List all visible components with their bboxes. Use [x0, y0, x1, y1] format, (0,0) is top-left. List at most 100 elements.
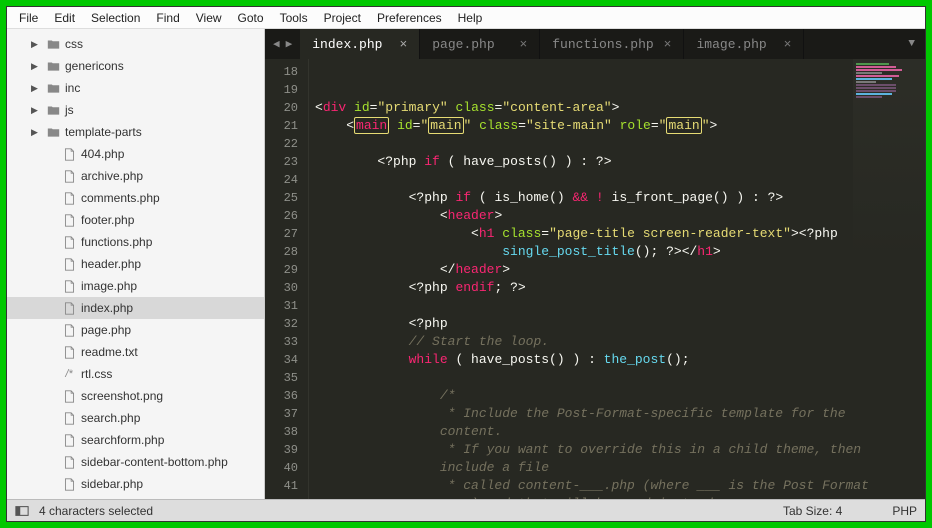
file-icon — [61, 302, 77, 315]
file-item-sidebar-content-bottom-php[interactable]: sidebar-content-bottom.php — [7, 451, 264, 473]
folder-item-js[interactable]: ▶ js — [7, 99, 264, 121]
tab-size-status[interactable]: Tab Size: 4 — [783, 504, 842, 518]
tab-image-php[interactable]: image.php × — [684, 29, 804, 59]
line-gutter: 1819202122232425262728293031323334353637… — [265, 59, 309, 499]
selection-status: 4 characters selected — [39, 504, 153, 518]
file-item-index-php[interactable]: index.php — [7, 297, 264, 319]
tab-history-back-icon[interactable]: ◀ — [271, 35, 282, 53]
file-icon — [61, 390, 77, 403]
tree-item-label: inc — [65, 81, 80, 95]
file-item-page-php[interactable]: page.php — [7, 319, 264, 341]
file-item-image-php[interactable]: image.php — [7, 275, 264, 297]
close-tab-icon[interactable]: × — [399, 37, 407, 52]
minimap[interactable] — [853, 59, 925, 259]
file-item-screenshot-png[interactable]: screenshot.png — [7, 385, 264, 407]
tab-label: index.php — [312, 37, 382, 52]
tree-item-label: header.php — [81, 257, 141, 271]
file-icon — [61, 434, 77, 447]
tab-label: page.php — [432, 37, 494, 52]
menu-project[interactable]: Project — [316, 9, 369, 27]
tree-item-label: searchform.php — [81, 433, 164, 447]
close-tab-icon[interactable]: × — [664, 37, 672, 52]
file-icon — [61, 456, 77, 469]
tab-label: image.php — [696, 37, 766, 52]
expand-arrow-icon[interactable]: ▶ — [31, 61, 41, 72]
folder-icon — [45, 126, 61, 139]
menu-file[interactable]: File — [11, 9, 46, 27]
file-item-functions-php[interactable]: functions.php — [7, 231, 264, 253]
close-tab-icon[interactable]: × — [519, 37, 527, 52]
css-file-icon: /* — [61, 368, 77, 380]
menu-preferences[interactable]: Preferences — [369, 9, 450, 27]
file-icon — [61, 280, 77, 293]
tree-item-label: footer.php — [81, 213, 134, 227]
tree-item-label: image.php — [81, 279, 137, 293]
panel-toggle-icon[interactable] — [15, 504, 29, 518]
tree-item-label: genericons — [65, 59, 124, 73]
menu-tools[interactable]: Tools — [272, 9, 316, 27]
tab-functions-php[interactable]: functions.php × — [540, 29, 684, 59]
tab-label: functions.php — [552, 37, 653, 52]
tab-history-forward-icon[interactable]: ▶ — [284, 35, 295, 53]
file-item-footer-php[interactable]: footer.php — [7, 209, 264, 231]
tree-item-label: js — [65, 103, 74, 117]
expand-arrow-icon[interactable]: ▶ — [31, 83, 41, 94]
file-icon — [61, 148, 77, 161]
file-item-readme-txt[interactable]: readme.txt — [7, 341, 264, 363]
tree-item-label: readme.txt — [81, 345, 138, 359]
folder-icon — [45, 82, 61, 95]
file-item-archive-php[interactable]: archive.php — [7, 165, 264, 187]
folder-item-genericons[interactable]: ▶ genericons — [7, 55, 264, 77]
file-icon — [61, 258, 77, 271]
expand-arrow-icon[interactable]: ▶ — [31, 105, 41, 116]
menu-help[interactable]: Help — [450, 9, 491, 27]
file-item-search-php[interactable]: search.php — [7, 407, 264, 429]
file-item-rtl-css[interactable]: /* rtl.css — [7, 363, 264, 385]
language-status[interactable]: PHP — [892, 504, 917, 518]
tree-item-label: rtl.css — [81, 367, 112, 381]
file-icon — [61, 236, 77, 249]
folder-item-inc[interactable]: ▶ inc — [7, 77, 264, 99]
code-area[interactable]: <div id="primary" class="content-area"> … — [309, 59, 925, 499]
tree-item-label: page.php — [81, 323, 131, 337]
file-item-sidebar-php[interactable]: sidebar.php — [7, 473, 264, 495]
menu-selection[interactable]: Selection — [83, 9, 148, 27]
tab-page-php[interactable]: page.php × — [420, 29, 540, 59]
file-icon — [61, 478, 77, 491]
expand-arrow-icon[interactable]: ▶ — [31, 127, 41, 138]
tab-menu-dropdown-icon[interactable]: ▼ — [898, 38, 925, 50]
tree-item-label: sidebar.php — [81, 477, 143, 491]
menu-goto[interactable]: Goto — [230, 9, 272, 27]
tree-item-label: index.php — [81, 301, 133, 315]
file-icon — [61, 170, 77, 183]
file-icon — [61, 346, 77, 359]
tree-item-label: 404.php — [81, 147, 124, 161]
tab-index-php[interactable]: index.php × — [300, 29, 420, 59]
file-icon — [61, 214, 77, 227]
expand-arrow-icon[interactable]: ▶ — [31, 39, 41, 50]
tree-item-label: search.php — [81, 411, 140, 425]
menu-view[interactable]: View — [188, 9, 230, 27]
file-item-searchform-php[interactable]: searchform.php — [7, 429, 264, 451]
file-icon — [61, 192, 77, 205]
close-tab-icon[interactable]: × — [784, 37, 792, 52]
menubar: File Edit Selection Find View Goto Tools… — [7, 7, 925, 29]
file-tree-sidebar[interactable]: ▶css▶genericons▶inc▶js▶template-parts404… — [7, 29, 265, 499]
folder-item-template-parts[interactable]: ▶ template-parts — [7, 121, 264, 143]
tree-item-label: functions.php — [81, 235, 152, 249]
tree-item-label: comments.php — [81, 191, 160, 205]
folder-icon — [45, 60, 61, 73]
code-editor: ◀ ▶ index.php×page.php×functions.php×ima… — [265, 29, 925, 499]
tree-item-label: screenshot.png — [81, 389, 163, 403]
menu-edit[interactable]: Edit — [46, 9, 83, 27]
status-bar: 4 characters selected Tab Size: 4 PHP — [7, 499, 925, 521]
tree-item-label: sidebar-content-bottom.php — [81, 455, 228, 469]
folder-icon — [45, 104, 61, 117]
tree-item-label: template-parts — [65, 125, 142, 139]
file-item-404-php[interactable]: 404.php — [7, 143, 264, 165]
folder-item-css[interactable]: ▶css — [7, 33, 264, 55]
folder-icon — [45, 38, 61, 51]
file-item-comments-php[interactable]: comments.php — [7, 187, 264, 209]
file-item-header-php[interactable]: header.php — [7, 253, 264, 275]
menu-find[interactable]: Find — [148, 9, 187, 27]
